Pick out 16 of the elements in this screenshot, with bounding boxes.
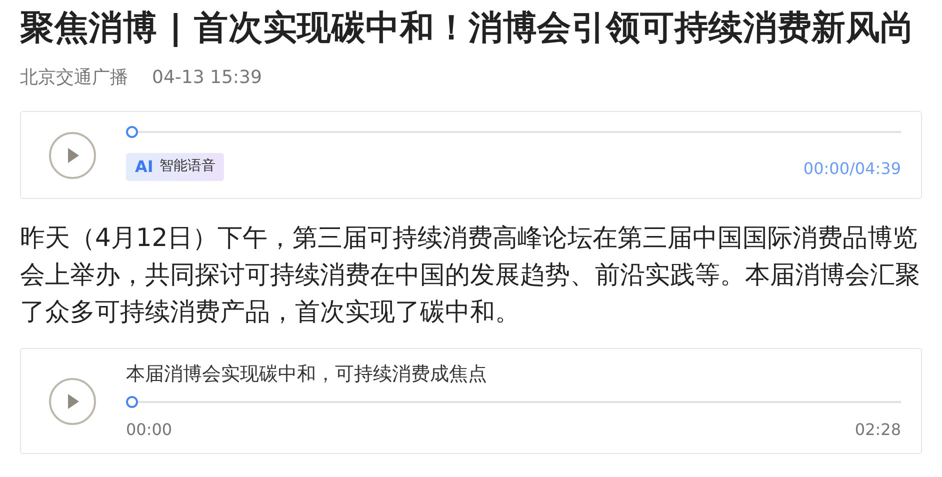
play-button[interactable] xyxy=(49,132,96,178)
source-name: 北京交通广播 xyxy=(20,66,128,90)
elapsed-time: 00:00 xyxy=(126,419,172,442)
voice-label: 智能语音 xyxy=(159,157,216,176)
duration-time: 02:28 xyxy=(854,419,901,442)
progress-handle[interactable] xyxy=(126,126,138,138)
article-title: 聚焦消博 | 首次实现碳中和！消博会引领可持续消费新风尚 xyxy=(20,8,916,48)
playback-time: 00:00/04:39 xyxy=(803,158,901,180)
play-button[interactable] xyxy=(49,378,96,424)
progress-handle[interactable] xyxy=(126,396,138,408)
article-paragraph: 昨天（4月12日）下午，第三届可持续消费高峰论坛在第三届中国国际消费品博览会上举办，共同探讨可持续消费在中国的发展趋势、前沿实践等。本届消博会汇聚了众多可持续消费产品，首次实现了碳中和。 xyxy=(20,222,921,328)
audio-title: 本届消博会实现碳中和，可持续消费成焦点 xyxy=(126,362,488,387)
play-icon xyxy=(66,148,78,162)
ai-label: AI xyxy=(135,156,154,178)
play-icon xyxy=(66,394,78,408)
publish-time: 04-13 15:39 xyxy=(152,66,262,90)
